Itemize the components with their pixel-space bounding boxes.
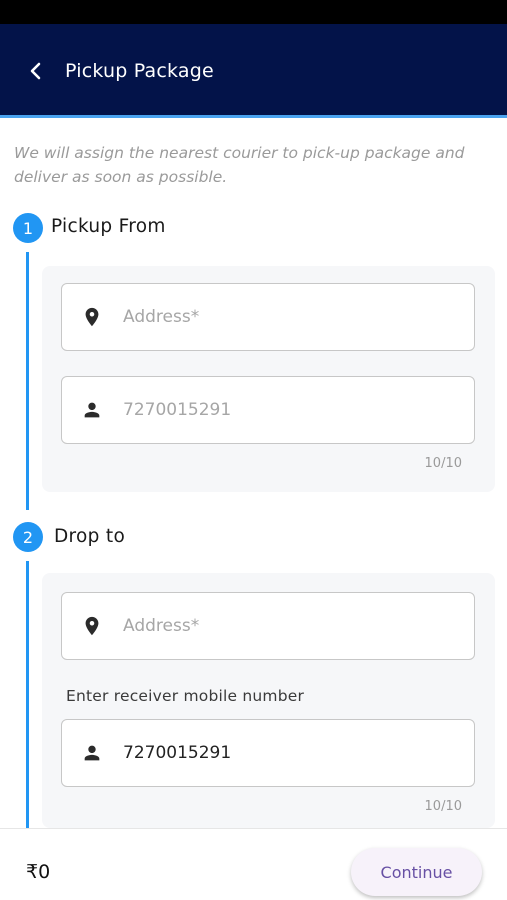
- receiver-phone-input[interactable]: [123, 743, 453, 763]
- status-bar: [0, 0, 507, 24]
- pickup-from-title: Pickup From: [51, 216, 166, 237]
- chevron-left-icon: [30, 62, 41, 80]
- page-title: Pickup Package: [65, 60, 214, 82]
- step-2-badge: 2: [13, 522, 43, 552]
- drop-address-field[interactable]: [61, 592, 475, 660]
- total-price: ₹0: [26, 861, 51, 883]
- step-2-connector: [26, 561, 29, 828]
- pickup-phone-counter: 10/10: [424, 456, 462, 471]
- continue-button[interactable]: Continue: [351, 848, 482, 896]
- intro-text: We will assign the nearest courier to pi…: [14, 144, 465, 186]
- pickup-phone-field[interactable]: [61, 376, 475, 444]
- back-button[interactable]: [22, 57, 50, 85]
- step-1-connector: [26, 252, 29, 510]
- pickup-address-input[interactable]: [123, 307, 453, 327]
- app-bar: Pickup Package: [0, 24, 507, 118]
- bottom-bar: ₹0 Continue: [0, 828, 507, 900]
- location-pin-icon: [80, 305, 104, 329]
- pickup-panel: 10/10: [42, 266, 495, 492]
- receiver-phone-field[interactable]: [61, 719, 475, 787]
- location-pin-icon: [80, 614, 104, 638]
- step-1-badge: 1: [13, 213, 43, 243]
- drop-panel: Enter receiver mobile number 10/10: [42, 573, 495, 828]
- person-icon: [80, 741, 104, 765]
- receiver-phone-counter: 10/10: [424, 799, 462, 814]
- pickup-address-field[interactable]: [61, 283, 475, 351]
- receiver-mobile-label: Enter receiver mobile number: [66, 687, 305, 705]
- person-icon: [80, 398, 104, 422]
- drop-to-title: Drop to: [54, 526, 126, 547]
- drop-address-input[interactable]: [123, 616, 453, 636]
- pickup-phone-input[interactable]: [123, 400, 453, 420]
